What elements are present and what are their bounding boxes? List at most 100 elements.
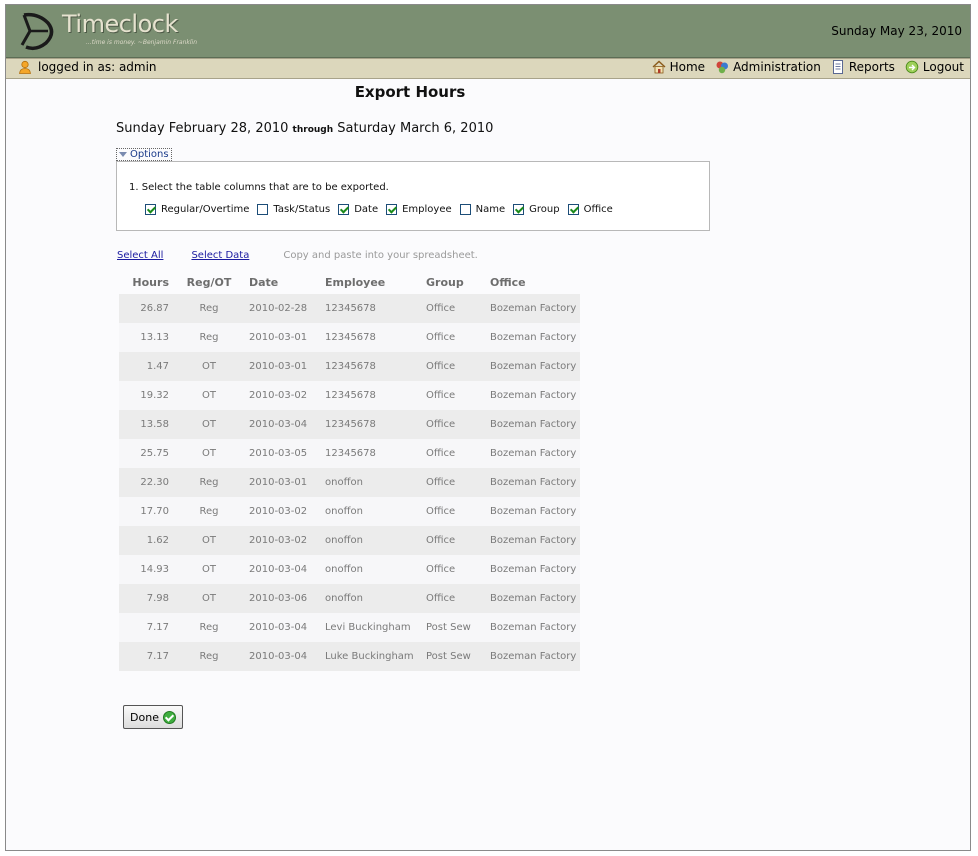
cell-employee: onoffon — [325, 526, 426, 555]
table-row: 13.13 Reg 2010-03-01 12345678 Office Boz… — [119, 323, 580, 352]
checkbox-group[interactable] — [513, 204, 525, 215]
checkbox-label: Date — [354, 204, 379, 215]
cell-date: 2010-03-05 — [249, 439, 325, 468]
cell-employee: onoffon — [325, 497, 426, 526]
cell-office: Bozeman Factory — [490, 613, 580, 642]
column-header-group: Group — [426, 275, 464, 289]
cell-office: Bozeman Factory — [490, 439, 580, 468]
cell-hours: 13.13 — [119, 323, 169, 352]
options-toggle-label: Options — [130, 149, 169, 160]
checkbox-employee[interactable] — [386, 204, 398, 215]
cell-reg-ot: OT — [169, 555, 249, 584]
column-option-group[interactable]: Group — [513, 204, 560, 215]
nav-reports-label: Reports — [848, 60, 895, 74]
cell-group: Office — [426, 526, 490, 555]
cell-date: 2010-03-02 — [249, 497, 325, 526]
table-row: 1.62 OT 2010-03-02 onoffon Office Bozema… — [119, 526, 580, 555]
reports-icon — [832, 60, 843, 74]
column-header-date: Date — [249, 275, 279, 289]
cell-hours: 19.32 — [119, 381, 169, 410]
cell-office: Bozeman Factory — [490, 526, 580, 555]
column-option-name[interactable]: Name — [459, 204, 506, 215]
cell-office: Bozeman Factory — [490, 381, 580, 410]
cell-employee: onoffon — [325, 584, 426, 613]
table-actions: Select All Select Data Copy and paste in… — [117, 250, 478, 261]
range-end: Saturday March 6, 2010 — [337, 121, 494, 136]
cell-group: Office — [426, 497, 490, 526]
cell-group: Office — [426, 294, 490, 323]
cell-reg-ot: OT — [169, 584, 249, 613]
cell-date: 2010-03-02 — [249, 381, 325, 410]
cell-reg-ot: Reg — [169, 497, 249, 526]
cell-employee: 12345678 — [325, 439, 426, 468]
cell-date: 2010-03-04 — [249, 555, 325, 584]
triangle-down-icon — [119, 152, 127, 157]
cell-employee: 12345678 — [325, 381, 426, 410]
cell-hours: 14.93 — [119, 555, 169, 584]
column-option-date[interactable]: Date — [338, 204, 378, 215]
column-option-employee[interactable]: Employee — [386, 204, 452, 215]
table-row: 19.32 OT 2010-03-02 12345678 Office Boze… — [119, 381, 580, 410]
app-tagline: ...time is money. ~Benjamin Franklin — [86, 39, 198, 46]
cell-group: Office — [426, 555, 490, 584]
options-panel: 1. Select the table columns that are to … — [116, 161, 710, 231]
checkbox-label: Task/Status — [273, 204, 331, 215]
cell-reg-ot: Reg — [169, 294, 249, 323]
checkbox-label: Name — [475, 204, 506, 215]
done-button[interactable]: Done — [123, 705, 183, 729]
cell-office: Bozeman Factory — [490, 555, 580, 584]
export-hours-table: Hours Reg/OT Date Employee Group Office … — [119, 270, 580, 671]
cell-reg-ot: OT — [169, 381, 249, 410]
administration-icon — [716, 61, 729, 74]
checkbox-label: Group — [529, 204, 560, 215]
home-icon — [652, 60, 666, 74]
nav-administration-link[interactable]: Administration — [715, 60, 821, 74]
column-header-hours: Hours — [132, 275, 169, 289]
checkbox-date[interactable] — [338, 204, 350, 215]
logged-in-status: logged in as: admin — [18, 60, 157, 74]
nav-home-label: Home — [669, 60, 706, 74]
table-row: 7.98 OT 2010-03-06 onoffon Office Bozema… — [119, 584, 580, 613]
cell-reg-ot: Reg — [169, 613, 249, 642]
navbar: logged in as: admin Home Administration — [6, 58, 970, 79]
cell-office: Bozeman Factory — [490, 323, 580, 352]
checkbox-name[interactable] — [459, 204, 471, 215]
cell-hours: 17.70 — [119, 497, 169, 526]
nav-reports-link[interactable]: Reports — [831, 60, 895, 74]
table-row: 13.58 OT 2010-03-04 12345678 Office Boze… — [119, 410, 580, 439]
cell-employee: onoffon — [325, 555, 426, 584]
cell-employee: 12345678 — [325, 410, 426, 439]
cell-date: 2010-03-02 — [249, 526, 325, 555]
cell-reg-ot: OT — [169, 526, 249, 555]
user-icon — [19, 60, 31, 74]
select-data-link[interactable]: Select Data — [191, 250, 249, 261]
nav-logout-link[interactable]: Logout — [905, 60, 964, 74]
cell-date: 2010-03-01 — [249, 323, 325, 352]
cell-date: 2010-03-04 — [249, 410, 325, 439]
app-header: Timeclock ...time is money. ~Benjamin Fr… — [6, 5, 970, 58]
table-header-row: Hours Reg/OT Date Employee Group Office — [119, 270, 580, 294]
cell-date: 2010-03-04 — [249, 613, 325, 642]
options-toggle[interactable]: Options — [116, 148, 172, 161]
checkbox-office[interactable] — [567, 204, 579, 215]
checkbox-task-status[interactable] — [257, 204, 269, 215]
logged-in-label: logged in as: admin — [38, 60, 157, 74]
checkbox-regular-overtime[interactable] — [145, 204, 156, 215]
table-row: 17.70 Reg 2010-03-02 onoffon Office Boze… — [119, 497, 580, 526]
checkbox-label: Office — [583, 204, 613, 215]
cell-group: Office — [426, 352, 490, 381]
column-option-office[interactable]: Office — [567, 204, 613, 215]
cell-reg-ot: Reg — [169, 468, 249, 497]
select-all-link[interactable]: Select All — [117, 250, 163, 261]
cell-reg-ot: Reg — [169, 323, 249, 352]
nav-administration-label: Administration — [733, 60, 821, 74]
date-range: Sunday February 28, 2010 through Saturda… — [116, 121, 493, 136]
cell-group: Post Sew — [426, 613, 490, 642]
nav-home-link[interactable]: Home — [652, 60, 705, 74]
cell-group: Office — [426, 468, 490, 497]
column-option-regular-overtime[interactable]: Regular/Overtime — [145, 204, 249, 215]
cell-hours: 22.30 — [119, 468, 169, 497]
cell-hours: 1.62 — [119, 526, 169, 555]
cell-office: Bozeman Factory — [490, 468, 580, 497]
column-option-task-status[interactable]: Task/Status — [257, 204, 330, 215]
